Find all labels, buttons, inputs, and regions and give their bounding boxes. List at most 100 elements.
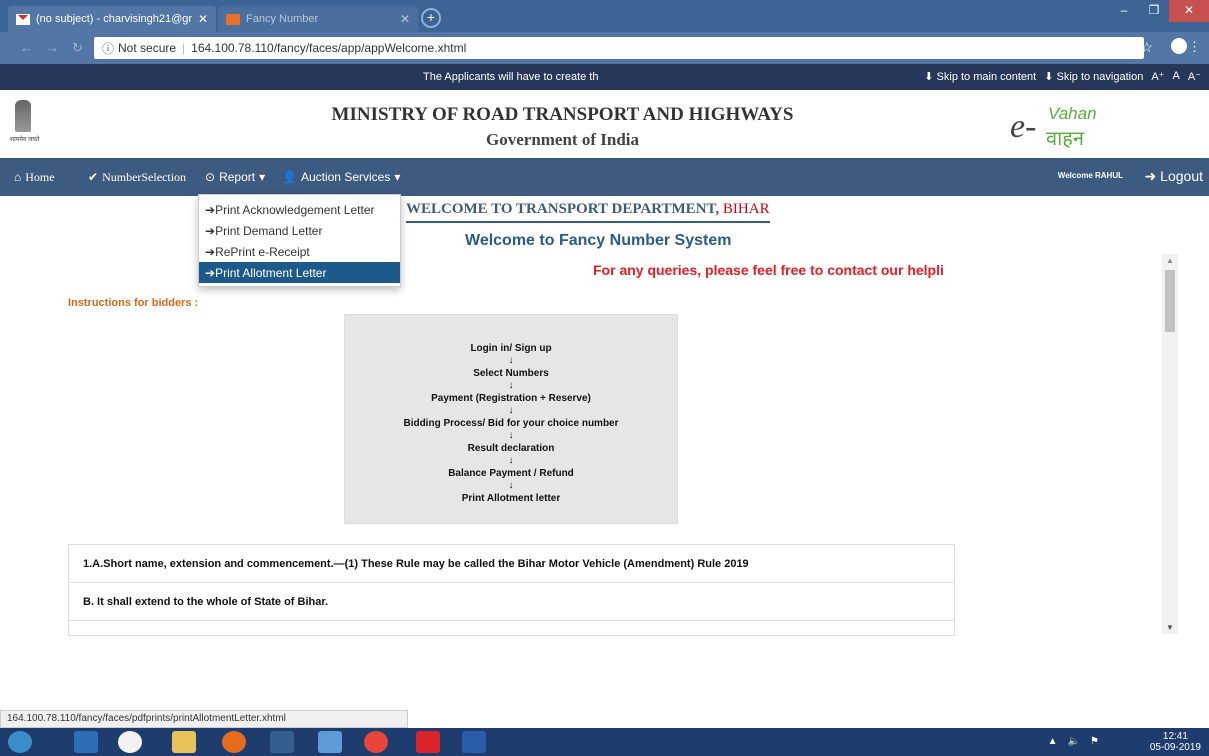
menu-item-print-demand[interactable]: ➔ Print Demand Letter	[199, 220, 400, 241]
scroll-up-icon[interactable]: ▲	[1166, 256, 1174, 265]
flow-step: Login in/ Sign up	[470, 343, 552, 354]
tab-title: Fancy Number	[246, 13, 319, 25]
url-input[interactable]: ⓘ Not secure | 164.100.78.110/fancy/face…	[94, 37, 1144, 59]
app-icon[interactable]	[74, 731, 98, 753]
close-tab-icon[interactable]: ✕	[198, 12, 208, 26]
welcome-heading-text: WELCOME TO TRANSPORT DEPARTMENT,	[406, 201, 720, 217]
firefox-icon[interactable]	[222, 731, 246, 753]
volume-icon[interactable]: 🔈	[1068, 736, 1080, 747]
start-button-icon[interactable]	[8, 731, 32, 753]
clock-time: 12:41	[1162, 731, 1188, 742]
status-url-bubble: 164.100.78.110/fancy/faces/pdfprints/pri…	[0, 710, 408, 728]
flow-step: Result declaration	[467, 443, 555, 454]
scroll-thumb[interactable]	[1165, 270, 1175, 332]
address-bar-row: ← → ↻ ⓘ Not secure | 164.100.78.110/fanc…	[0, 32, 1209, 64]
arrow-down-icon: ↓	[508, 405, 514, 416]
circle-icon: ⊙	[205, 170, 216, 184]
forward-icon[interactable]: →	[46, 40, 59, 55]
font-increase-button[interactable]: A⁺	[1151, 70, 1164, 83]
arrow-down-icon: ↓	[508, 480, 514, 491]
clock[interactable]: 12:41 05-09-2019	[1150, 731, 1201, 753]
nav-auction-services[interactable]: 👤 Auction Services ▾	[282, 170, 400, 184]
menu-item-label: Print Allotment Letter	[215, 265, 327, 280]
security-label: Not secure	[118, 41, 177, 55]
menu-item-label: Print Demand Letter	[215, 223, 323, 238]
marquee-text: The Applicants will have to create th	[423, 71, 599, 83]
arrow-down-icon: ↓	[508, 355, 514, 366]
chrome-icon[interactable]	[364, 731, 388, 753]
skip-main-label: Skip to main content	[936, 71, 1037, 83]
windows-taskbar: ▲ 🔈 ⚑ 12:41 05-09-2019	[0, 728, 1209, 756]
skip-links: ⬇ Skip to main content ⬇ Skip to navigat…	[924, 70, 1201, 83]
menu-item-print-allotment[interactable]: ➔ Print Allotment Letter	[199, 262, 400, 283]
main-navbar: ⌂ Home ✔ NumberSelection ⊙ Report ▾ 👤 Au…	[0, 158, 1209, 196]
skip-main-link[interactable]: ⬇ Skip to main content	[924, 70, 1036, 83]
app-icon[interactable]	[270, 731, 294, 753]
flow-step: Bidding Process/ Bid for your choice num…	[403, 418, 619, 429]
nav-number-selection[interactable]: ✔ NumberSelection	[88, 170, 186, 185]
nav-report[interactable]: ⊙ Report ▾	[205, 170, 265, 184]
table-row: 1.A.Short name, extension and commenceme…	[69, 545, 954, 583]
tray-expand-icon[interactable]: ▲	[1048, 736, 1058, 747]
font-decrease-button[interactable]: A⁻	[1188, 70, 1201, 83]
home-icon: ⌂	[14, 170, 22, 184]
close-tab-icon[interactable]: ✕	[400, 12, 410, 26]
word-icon[interactable]	[462, 731, 486, 753]
logout-icon: ➜	[1144, 168, 1157, 184]
arrow-down-icon: ↓	[508, 430, 514, 441]
page-subtitle: Government of India	[486, 130, 639, 149]
logout-label: Logout	[1160, 168, 1203, 184]
arrow-down-icon: ↓	[508, 455, 514, 466]
scroll-down-icon[interactable]: ▼	[1166, 623, 1174, 632]
instructions-label: Instructions for bidders :	[68, 297, 199, 309]
menu-item-print-acknowledgement[interactable]: ➔ Print Acknowledgement Letter	[199, 199, 400, 220]
menu-item-label: RePrint e-Receipt	[215, 244, 310, 259]
logo-vahan: Vahan	[1048, 104, 1097, 123]
new-tab-button[interactable]: +	[421, 8, 441, 28]
font-normal-button[interactable]: A	[1173, 70, 1180, 83]
helpline-notice: For any queries, please feel free to con…	[593, 262, 944, 278]
system-tray: ▲ 🔈 ⚑	[1048, 736, 1099, 747]
window-close-icon[interactable]: ✕	[1169, 0, 1209, 22]
explorer-icon[interactable]	[172, 731, 196, 753]
reload-icon[interactable]: ↻	[72, 40, 83, 56]
nav-home[interactable]: ⌂ Home	[14, 170, 55, 185]
welcome-heading: WELCOME TO TRANSPORT DEPARTMENT, BIHAR	[406, 201, 770, 223]
app-icon[interactable]	[318, 731, 342, 753]
skip-nav-link[interactable]: ⬇ Skip to navigation	[1044, 70, 1143, 83]
maximize-icon[interactable]: ❐	[1139, 0, 1169, 22]
url-text: 164.100.78.110/fancy/faces/app/appWelcom…	[191, 41, 467, 55]
back-icon[interactable]: ←	[20, 40, 33, 55]
page-title: MINISTRY OF ROAD TRANSPORT AND HIGHWAYS	[331, 104, 794, 125]
gmail-icon	[16, 13, 30, 25]
accessibility-bar: The Applicants will have to create th ⬇ …	[0, 64, 1209, 90]
profile-icon[interactable]	[1171, 38, 1187, 54]
browser-tab-strip: (no subject) - charvisingh21@gm ✕ Fancy …	[0, 0, 1209, 32]
arrow-down-icon: ↓	[508, 380, 514, 391]
nav-report-label: Report	[219, 170, 256, 184]
minimize-icon[interactable]: –	[1109, 0, 1139, 22]
flag-icon[interactable]: ⚑	[1090, 736, 1099, 747]
tab-title: (no subject) - charvisingh21@gm	[36, 13, 192, 25]
content-scrollbar[interactable]: ▲ ▼	[1162, 254, 1178, 634]
menu-item-label: Print Acknowledgement Letter	[215, 202, 375, 217]
nav-auction-label: Auction Services	[300, 170, 391, 184]
info-icon[interactable]: ⓘ	[102, 40, 114, 57]
acrobat-icon[interactable]	[416, 731, 440, 753]
site-favicon-icon	[226, 13, 240, 25]
rules-table: 1.A.Short name, extension and commenceme…	[68, 544, 955, 636]
caret-down-icon: ▾	[259, 170, 266, 184]
bookmark-star-icon[interactable]: ☆	[1140, 39, 1153, 56]
tab-fancy-number[interactable]: Fancy Number ✕	[218, 6, 418, 32]
tab-gmail[interactable]: (no subject) - charvisingh21@gm ✕	[8, 6, 216, 32]
ie-icon[interactable]	[118, 731, 142, 753]
logout-button[interactable]: ➜ Logout	[1145, 168, 1203, 185]
flow-step: Payment (Registration + Reserve)	[431, 393, 591, 404]
menu-item-reprint-receipt[interactable]: ➔ RePrint e-Receipt	[199, 241, 400, 262]
report-dropdown-menu: ➔ Print Acknowledgement Letter ➔ Print Dem…	[198, 194, 401, 287]
evahan-logo: e- Vahan वाहन	[1010, 102, 1130, 150]
user-icon: 👤	[282, 170, 297, 184]
flow-step: Select Numbers	[473, 368, 549, 379]
nav-home-label: Home	[25, 170, 55, 184]
menu-kebab-icon[interactable]: ⋮	[1188, 39, 1201, 55]
